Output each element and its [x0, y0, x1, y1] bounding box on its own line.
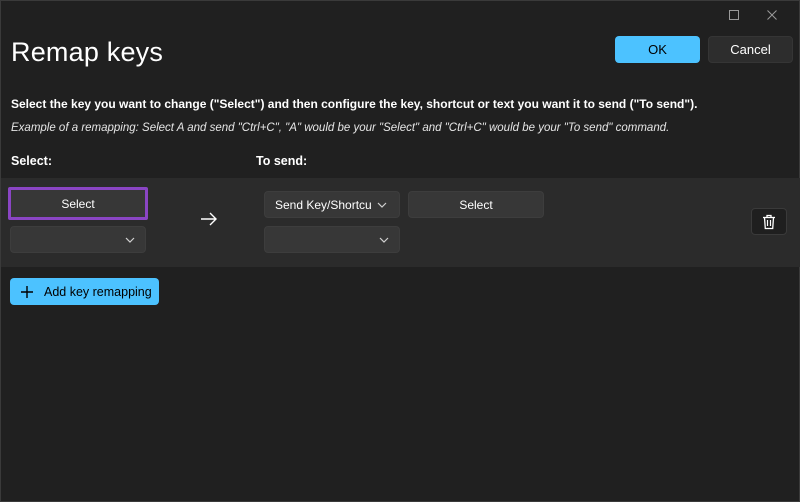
send-key-dropdown[interactable] [264, 226, 400, 253]
remap-row: Select Send Key/Shortcu Select [1, 178, 800, 267]
chevron-down-icon [379, 237, 389, 243]
instructions-text: Select the key you want to change ("Sele… [11, 97, 698, 111]
example-text: Example of a remapping: Select A and sen… [11, 122, 670, 134]
page-title: Remap keys [11, 37, 164, 67]
send-type-dropdown[interactable]: Send Key/Shortcu [264, 191, 400, 218]
maximize-button[interactable] [715, 5, 753, 25]
select-key-dropdown[interactable] [10, 226, 146, 253]
close-icon [767, 10, 777, 20]
ok-button[interactable]: OK [615, 36, 700, 63]
close-button[interactable] [753, 5, 791, 25]
select-key-button[interactable]: Select [8, 187, 148, 220]
window-controls [715, 5, 791, 25]
send-type-value: Send Key/Shortcu [275, 197, 372, 212]
cancel-button[interactable]: Cancel [708, 36, 793, 63]
add-key-remapping-button[interactable]: Add key remapping [10, 278, 159, 305]
remap-keys-window: Remap keys OK Cancel Select the key you … [0, 0, 800, 502]
plus-icon [21, 285, 33, 298]
maximize-icon [729, 10, 739, 20]
delete-remap-button[interactable] [751, 208, 787, 235]
chevron-down-icon [377, 202, 387, 208]
send-select-button[interactable]: Select [408, 191, 544, 218]
arrow-right-icon [201, 212, 217, 226]
add-key-remapping-label: Add key remapping [44, 284, 152, 299]
trash-icon [763, 214, 775, 229]
to-send-column-header: To send: [256, 154, 308, 168]
chevron-down-icon [125, 237, 135, 243]
select-column-header: Select: [11, 154, 52, 168]
